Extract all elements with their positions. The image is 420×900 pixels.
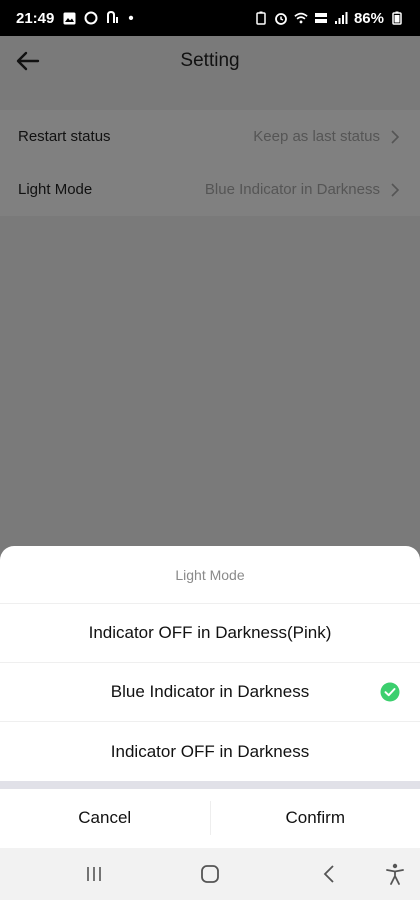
wifi-icon xyxy=(294,11,308,25)
light-mode-sheet: Light Mode Indicator OFF in Darkness(Pin… xyxy=(0,546,420,848)
arrow-left-icon xyxy=(16,51,40,71)
circle-app-icon xyxy=(84,11,98,25)
accessibility-button[interactable] xyxy=(383,862,407,886)
option-label: Indicator OFF in Darkness xyxy=(110,741,310,761)
system-nav-bar xyxy=(0,848,420,900)
battery-percent: 86% xyxy=(353,9,384,27)
sheet-title: Light Mode xyxy=(0,546,420,604)
setting-row-restart-status[interactable]: Restart status Keep as last status xyxy=(0,110,420,163)
volte-icon xyxy=(314,11,328,25)
setting-value: Keep as last status xyxy=(253,128,380,145)
status-bar: 21:49 • 86% xyxy=(0,0,420,36)
home-button[interactable] xyxy=(198,862,222,886)
option-label: Blue Indicator in Darkness xyxy=(110,682,310,701)
home-icon xyxy=(201,865,219,883)
option-indicator-off-pink[interactable]: Indicator OFF in Darkness(Pink) xyxy=(0,604,420,663)
sheet-actions: Cancel Confirm xyxy=(0,789,420,847)
chevron-right-icon xyxy=(390,129,402,144)
settings-list: Restart status Keep as last status Light… xyxy=(0,110,420,216)
option-label: Indicator OFF in Darkness(Pink) xyxy=(88,623,332,642)
confirm-button[interactable]: Confirm xyxy=(211,789,420,847)
setting-label: Light Mode xyxy=(18,181,93,198)
status-dot: • xyxy=(128,9,134,27)
cancel-button[interactable]: Cancel xyxy=(0,789,210,847)
battery-saver-icon xyxy=(254,11,268,25)
app-header: Setting xyxy=(0,36,420,86)
option-indicator-off[interactable]: Indicator OFF in Darkness xyxy=(0,722,420,781)
signal-icon xyxy=(334,11,348,25)
gallery-icon xyxy=(62,11,76,25)
status-time: 21:49 xyxy=(16,9,55,27)
chevron-right-icon xyxy=(390,182,402,197)
notification-app-icon xyxy=(106,11,120,25)
setting-label: Restart status xyxy=(18,128,111,145)
back-icon xyxy=(323,865,334,883)
recents-button[interactable] xyxy=(82,862,106,886)
recents-icon xyxy=(87,867,101,881)
setting-row-light-mode[interactable]: Light Mode Blue Indicator in Darkness xyxy=(0,163,420,216)
alarm-icon xyxy=(274,11,288,25)
setting-value: Blue Indicator in Darkness xyxy=(204,181,380,198)
option-blue-indicator[interactable]: Blue Indicator in Darkness xyxy=(0,663,420,722)
battery-icon xyxy=(390,11,404,25)
page-title: Setting xyxy=(180,50,240,71)
back-button[interactable] xyxy=(14,48,42,74)
nav-back-button[interactable] xyxy=(317,862,341,886)
accessibility-icon xyxy=(386,863,404,885)
divider xyxy=(0,781,420,789)
check-icon xyxy=(380,682,400,702)
